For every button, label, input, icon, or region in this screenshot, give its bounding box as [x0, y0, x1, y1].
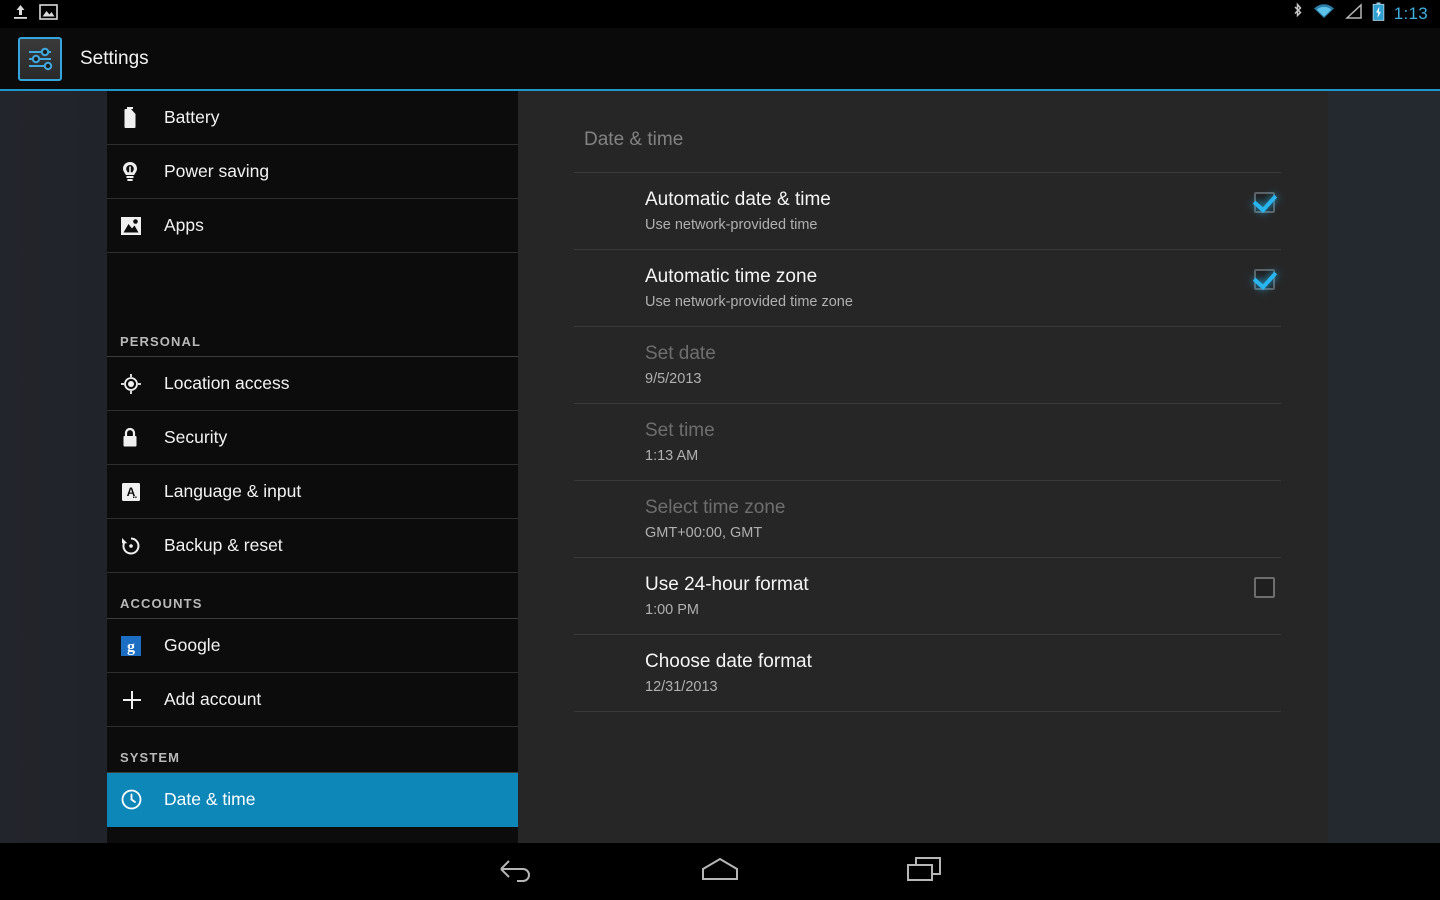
- image-icon: [39, 3, 58, 26]
- sidebar-item-label: Google: [164, 635, 220, 656]
- sidebar-item-label: Date & time: [164, 789, 255, 810]
- sidebar-item-label: Location access: [164, 373, 290, 394]
- setting-subtitle: Use network-provided time: [645, 217, 1247, 233]
- sidebar-item-date-time[interactable]: Date & time: [107, 773, 518, 827]
- checkbox-checked-icon[interactable]: [1254, 192, 1275, 213]
- sidebar-spacer: [107, 253, 518, 311]
- cellular-signal-icon: [1344, 3, 1363, 25]
- setting-subtitle: 12/31/2013: [645, 679, 1247, 695]
- setting-subtitle: 1:13 AM: [645, 448, 1247, 464]
- setting-row-select-time-zone: Select time zone GMT+00:00, GMT: [574, 480, 1281, 557]
- recents-icon: [904, 855, 944, 888]
- setting-title: Automatic time zone: [645, 264, 1247, 289]
- list-bottom-divider: [574, 711, 1281, 712]
- setting-title: Automatic date & time: [645, 187, 1247, 212]
- setting-row-use-24-hour-format[interactable]: Use 24-hour format 1:00 PM: [574, 557, 1281, 634]
- setting-title: Select time zone: [645, 495, 1247, 520]
- letter-a-icon: A: [120, 481, 154, 503]
- setting-subtitle: 9/5/2013: [645, 371, 1247, 387]
- sidebar-item-language-input[interactable]: A Language & input: [107, 465, 518, 519]
- section-label: SYSTEM: [120, 750, 180, 765]
- sidebar-item-backup-reset[interactable]: Backup & reset: [107, 519, 518, 573]
- setting-subtitle: Use network-provided time zone: [645, 294, 1247, 310]
- setting-title: Set time: [645, 418, 1247, 443]
- sidebar-item-google[interactable]: g Google: [107, 619, 518, 673]
- sidebar-item-power-saving[interactable]: Power saving: [107, 145, 518, 199]
- home-icon: [697, 855, 743, 888]
- restore-icon: [120, 535, 154, 557]
- sidebar-item-add-account[interactable]: Add account: [107, 673, 518, 727]
- clock-icon: [120, 788, 154, 811]
- sidebar-section-header-accounts: ACCOUNTS: [107, 573, 518, 619]
- sidebar-item-battery[interactable]: Battery: [107, 91, 518, 145]
- status-bar-right-icons: 1:13: [1291, 2, 1440, 26]
- sidebar-item-label: Apps: [164, 215, 204, 236]
- upload-icon: [12, 3, 29, 26]
- bluetooth-icon: [1291, 2, 1304, 26]
- recents-button[interactable]: [894, 852, 954, 892]
- sidebar-item-label: Add account: [164, 689, 261, 710]
- setting-title: Choose date format: [645, 649, 1247, 674]
- back-button[interactable]: [486, 852, 546, 892]
- sidebar-item-label: Language & input: [164, 481, 301, 502]
- setting-subtitle: 1:00 PM: [645, 602, 1247, 618]
- checkbox-checked-icon[interactable]: [1254, 269, 1275, 290]
- battery-charging-icon: [1372, 2, 1385, 26]
- battery-icon: [120, 106, 154, 130]
- automatic-time-zone-checkbox[interactable]: [1247, 269, 1281, 290]
- setting-row-automatic-date-time[interactable]: Automatic date & time Use network-provid…: [574, 172, 1281, 249]
- back-arrow-icon: [496, 856, 536, 887]
- sidebar-item-label: Backup & reset: [164, 535, 283, 556]
- checkbox-unchecked-icon[interactable]: [1254, 577, 1275, 598]
- date-time-panel: Date & time Automatic date & time Use ne…: [518, 91, 1328, 843]
- lock-icon: [120, 426, 154, 449]
- sidebar-list[interactable]: Battery Power saving: [107, 91, 518, 843]
- section-label: ACCOUNTS: [120, 596, 202, 611]
- svg-text:g: g: [127, 638, 135, 655]
- setting-row-set-time: Set time 1:13 AM: [574, 403, 1281, 480]
- wifi-icon: [1313, 3, 1335, 25]
- setting-title: Use 24-hour format: [645, 572, 1247, 597]
- lightbulb-icon: [120, 160, 154, 184]
- sidebar-item-label: Power saving: [164, 161, 269, 182]
- section-label: PERSONAL: [120, 334, 201, 349]
- sidebar-item-apps[interactable]: Apps: [107, 199, 518, 253]
- sidebar-item-security[interactable]: Security: [107, 411, 518, 465]
- sidebar-item-location-access[interactable]: Location access: [107, 357, 518, 411]
- action-bar: Settings: [0, 28, 1440, 90]
- settings-list: Automatic date & time Use network-provid…: [518, 172, 1328, 712]
- google-g-icon: g: [120, 635, 154, 657]
- use-24-hour-format-checkbox[interactable]: [1247, 577, 1281, 598]
- settings-sliders-icon[interactable]: [18, 37, 62, 81]
- system-navigation-bar: [0, 843, 1440, 900]
- setting-row-choose-date-format[interactable]: Choose date format 12/31/2013: [574, 634, 1281, 711]
- setting-row-automatic-time-zone[interactable]: Automatic time zone Use network-provided…: [574, 249, 1281, 326]
- content-stage: Battery Power saving: [0, 91, 1440, 843]
- panel-title: Date & time: [518, 91, 1328, 151]
- setting-title: Set date: [645, 341, 1247, 366]
- automatic-date-time-checkbox[interactable]: [1247, 192, 1281, 213]
- home-button[interactable]: [690, 852, 750, 892]
- status-bar-left-icons: [0, 3, 58, 26]
- sidebar-section-header-personal: PERSONAL: [107, 311, 518, 357]
- apps-image-icon: [120, 215, 154, 237]
- settings-sidebar: Battery Power saving: [0, 91, 518, 843]
- setting-row-set-date: Set date 9/5/2013: [574, 326, 1281, 403]
- sidebar-section-header-system: SYSTEM: [107, 727, 518, 773]
- plus-icon: [120, 688, 154, 712]
- crosshair-icon: [120, 373, 154, 395]
- sidebar-item-label: Security: [164, 427, 227, 448]
- sidebar-item-label: Battery: [164, 107, 219, 128]
- status-bar-clock: 1:13: [1394, 4, 1428, 24]
- setting-subtitle: GMT+00:00, GMT: [645, 525, 1247, 541]
- status-bar: 1:13: [0, 0, 1440, 28]
- page-title: Settings: [80, 48, 149, 70]
